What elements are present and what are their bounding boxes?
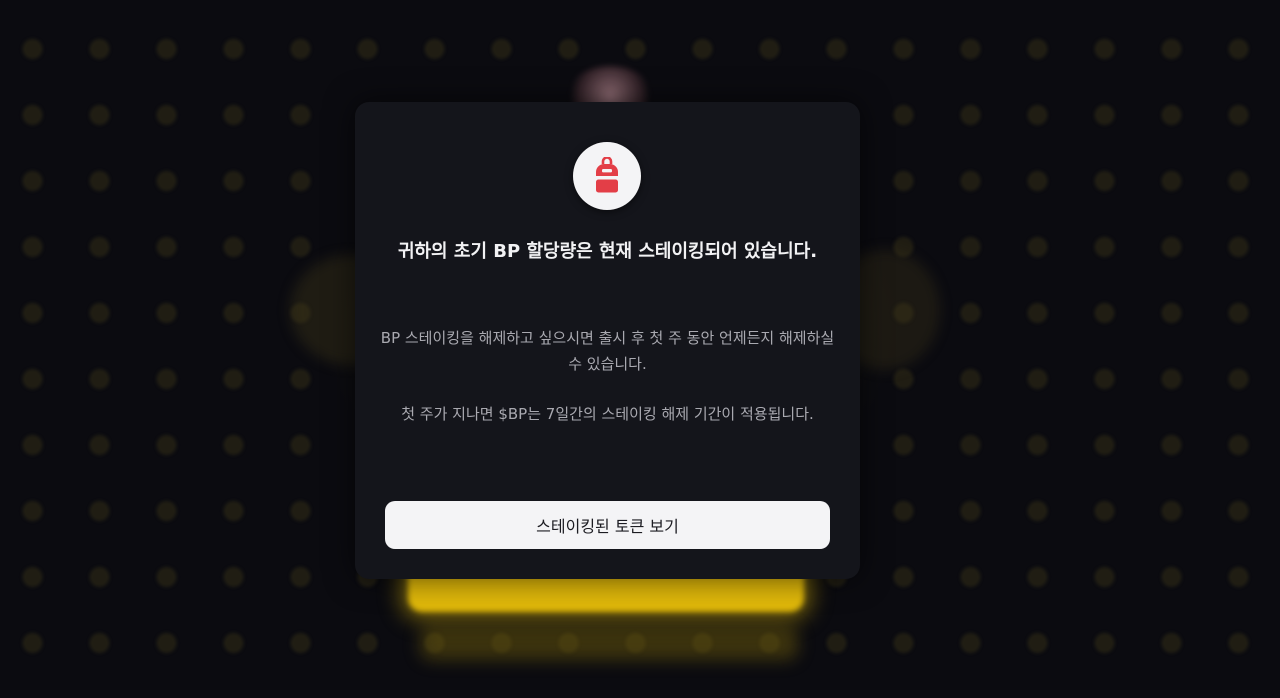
background-stage: 귀하의 초기 BP 할당량은 현재 스테이킹되어 있습니다. BP 스테이킹을 … — [0, 0, 1280, 698]
modal-icon-badge — [573, 142, 641, 210]
modal-description-unstake-period: 첫 주가 지나면 $BP는 7일간의 스테이킹 해제 기간이 적용됩니다. — [401, 405, 814, 423]
modal-title: 귀하의 초기 BP 할당량은 현재 스테이킹되어 있습니다. — [397, 241, 818, 262]
backpack-icon — [596, 157, 618, 193]
staking-info-modal: 귀하의 초기 BP 할당량은 현재 스테이킹되어 있습니다. BP 스테이킹을 … — [355, 102, 860, 579]
modal-description-unstake: BP 스테이킹을 해제하고 싶으시면 출시 후 첫 주 동안 언제든지 해제하실… — [380, 329, 835, 373]
view-staked-tokens-button[interactable]: 스테이킹된 토큰 보기 — [385, 501, 830, 549]
background-gold-glow-faint — [420, 626, 798, 660]
